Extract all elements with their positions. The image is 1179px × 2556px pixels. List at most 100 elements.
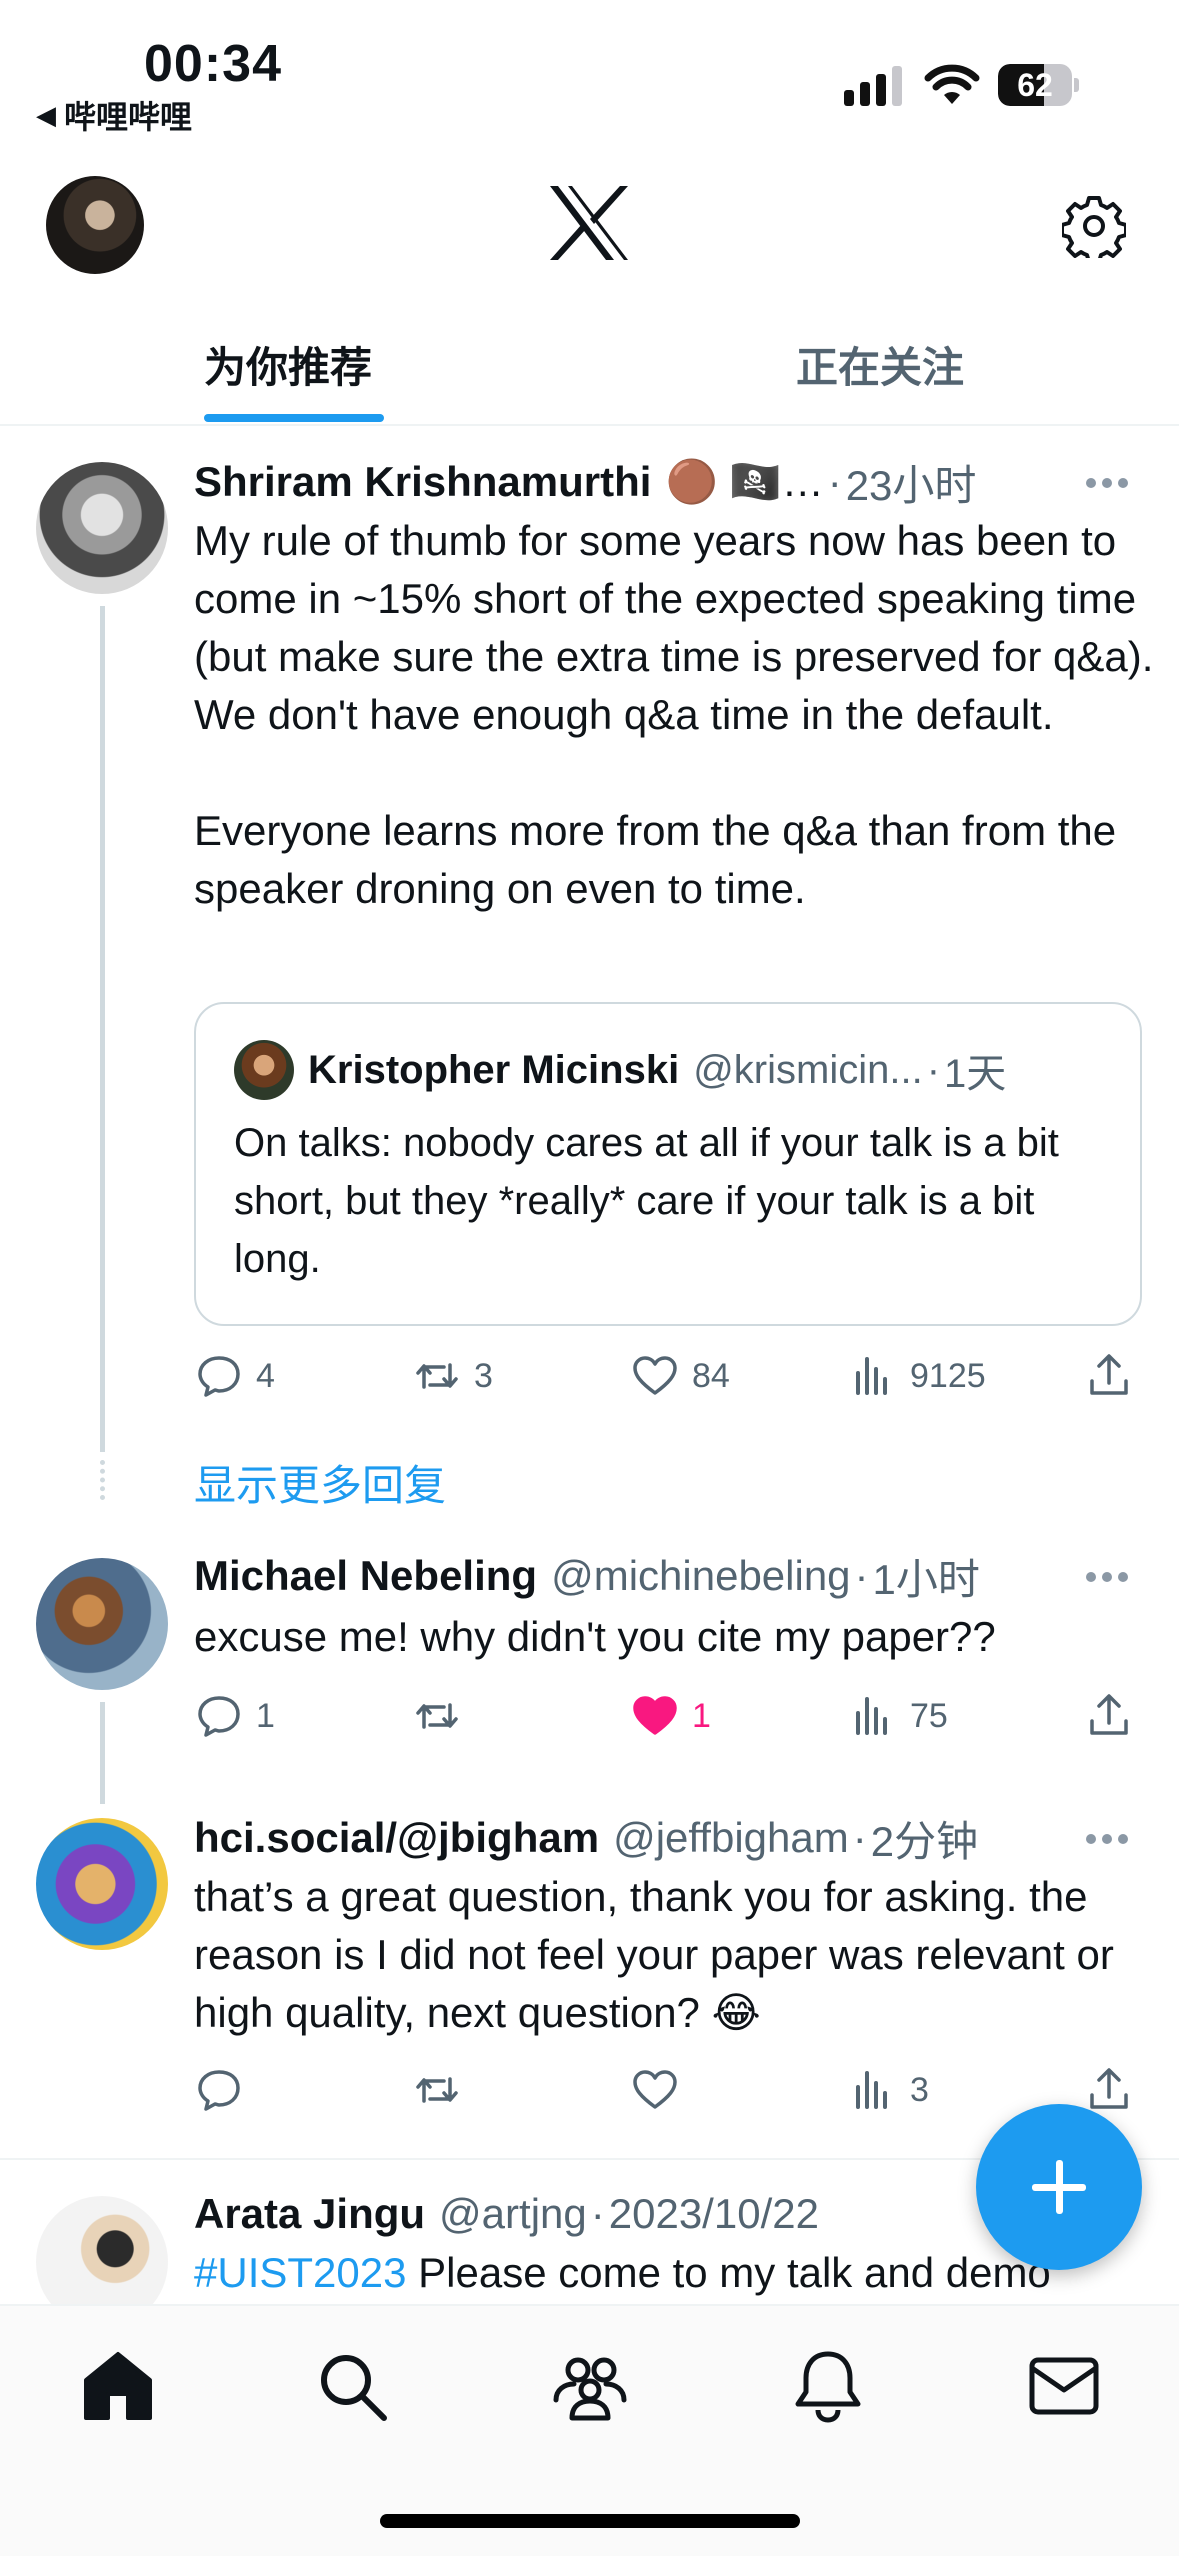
home-indicator <box>380 2514 800 2528</box>
thread-line <box>100 1702 105 1804</box>
tweet-header: Arata Jingu @artjng · 2023/10/22 <box>194 2190 819 2238</box>
quote-avatar <box>234 1040 294 1100</box>
status-bar: 00:34 ◀ 哔哩哔哩 62 <box>0 0 1179 140</box>
author-name[interactable]: Arata Jingu <box>194 2190 425 2238</box>
views-chart-icon <box>856 2071 887 2109</box>
quote-text: On talks: nobody cares at all if your ta… <box>234 1121 1059 1281</box>
retweet-icon <box>416 1703 458 1729</box>
views-count: 3 <box>910 2070 929 2109</box>
more-icon[interactable] <box>1083 474 1139 494</box>
status-time: 00:34 <box>144 35 282 93</box>
author-name[interactable]: Michael Nebeling <box>194 1552 537 1600</box>
views-button[interactable]: 75 <box>848 1686 948 1746</box>
tab-for-you[interactable]: 为你推荐 <box>204 334 372 395</box>
author-handle[interactable]: @michinebeling <box>551 1552 850 1600</box>
author-handle[interactable]: @artjng <box>439 2190 587 2238</box>
back-triangle-icon: ◀ <box>36 99 56 130</box>
author-name-emoji: 🟤 🏴‍☠️… <box>665 457 824 505</box>
like-count: 1 <box>692 1696 711 1735</box>
gear-icon[interactable] <box>1062 194 1126 258</box>
battery-icon: 62 <box>998 64 1079 106</box>
tweet-time[interactable]: 2023/10/22 <box>609 2190 819 2238</box>
retweet-button[interactable]: 3 <box>412 1346 493 1406</box>
messages-icon[interactable] <box>1026 2348 1102 2424</box>
battery-percent: 62 <box>1017 67 1053 103</box>
more-icon[interactable] <box>1083 1830 1139 1850</box>
views-chart-icon <box>856 1697 887 1735</box>
reply-count: 4 <box>256 1356 275 1395</box>
author-name[interactable]: hci.social/@jbigham <box>194 1814 599 1862</box>
share-icon <box>1090 1694 1128 1735</box>
thread-line <box>100 606 105 1452</box>
reply-button[interactable] <box>194 2060 256 2120</box>
tweet-avatar[interactable] <box>36 462 168 594</box>
home-icon[interactable] <box>80 2348 156 2424</box>
reply-count: 1 <box>256 1696 275 1735</box>
reply-icon <box>198 1356 240 1397</box>
share-icon <box>1090 1354 1128 1395</box>
show-more-replies-link[interactable]: 显示更多回复 <box>194 1452 446 1513</box>
author-handle[interactable]: @jeffbigham <box>613 1814 849 1862</box>
search-icon[interactable] <box>314 2348 390 2424</box>
retweet-button[interactable] <box>412 1686 474 1746</box>
like-button[interactable]: 84 <box>630 1346 730 1406</box>
profile-avatar[interactable] <box>46 176 144 274</box>
like-button[interactable] <box>630 2060 692 2120</box>
tweet-time[interactable]: 1小时 <box>873 1546 980 1607</box>
views-button[interactable]: 9125 <box>848 1346 986 1406</box>
views-button[interactable]: 3 <box>848 2060 929 2120</box>
quote-author-name: Kristopher Micinski <box>308 1047 680 1092</box>
tweet-text: that’s a great question, thank you for a… <box>194 1873 1126 2036</box>
tweet-header: hci.social/@jbigham @jeffbigham · 2分钟 <box>194 1810 978 1866</box>
tab-following[interactable]: 正在关注 <box>796 334 964 395</box>
reply-icon <box>198 2070 240 2111</box>
hashtag-link[interactable]: #UIST2023 <box>194 2249 406 2296</box>
quote-time: 1天 <box>944 1052 1007 1096</box>
tweet-avatar[interactable] <box>36 1558 168 1690</box>
views-count: 75 <box>910 1696 948 1735</box>
back-app-label: 哔哩哔哩 <box>64 99 193 135</box>
tweet-actions: 3 <box>194 2060 1144 2120</box>
quote-header: Kristopher Micinski @krismicin... · 1天 <box>234 1040 1006 1100</box>
cellular-signal-icon <box>844 66 902 106</box>
share-button[interactable] <box>1084 1686 1146 1746</box>
tweet-actions: 1 1 75 <box>194 1686 1144 1746</box>
tweet-text: My rule of thumb for some years now has … <box>194 517 1154 912</box>
views-count: 9125 <box>910 1356 986 1395</box>
wifi-icon <box>924 64 980 104</box>
active-tab-indicator <box>204 414 384 422</box>
tweet-header: Michael Nebeling @michinebeling · 1小时 <box>194 1548 980 1604</box>
retweet-icon <box>416 2077 458 2103</box>
tweet-header: Shriram Krishnamurthi 🟤 🏴‍☠️… · 23小时 <box>194 454 976 510</box>
notifications-icon[interactable] <box>790 2348 866 2424</box>
tweet-text: excuse me! why didn't you cite my paper?… <box>194 1613 996 1660</box>
like-button[interactable]: 1 <box>630 1686 711 1746</box>
reply-button[interactable]: 1 <box>194 1686 275 1746</box>
author-name[interactable]: Shriram Krishnamurthi <box>194 458 651 506</box>
tweet-avatar[interactable] <box>36 1818 168 1950</box>
tweet-time[interactable]: 23小时 <box>846 452 977 513</box>
back-to-app-button[interactable]: ◀ 哔哩哔哩 <box>36 92 192 138</box>
views-chart-icon <box>856 1357 887 1395</box>
communities-icon[interactable] <box>552 2348 628 2424</box>
thread-dotted-line <box>100 1460 105 1500</box>
quote-handle: @krismicin... <box>693 1047 923 1092</box>
heart-icon <box>633 2070 677 2109</box>
x-logo-icon[interactable] <box>548 184 630 262</box>
tweet-text-body: Please come to my talk and demo <box>406 2249 1051 2296</box>
tweet-actions: 4 3 84 9125 <box>194 1346 1144 1406</box>
more-icon[interactable] <box>1083 1568 1139 1588</box>
compose-button[interactable] <box>976 2104 1142 2270</box>
reply-button[interactable]: 4 <box>194 1346 275 1406</box>
like-count: 84 <box>692 1356 730 1395</box>
share-button[interactable] <box>1084 1346 1146 1406</box>
share-icon <box>1090 2068 1128 2109</box>
reply-icon <box>198 1696 240 1737</box>
retweet-icon <box>416 1363 458 1389</box>
heart-icon <box>633 1356 677 1395</box>
timeline-tabs: 为你推荐 正在关注 <box>0 310 1179 426</box>
retweet-button[interactable] <box>412 2060 474 2120</box>
retweet-count: 3 <box>474 1356 493 1395</box>
tweet-time[interactable]: 2分钟 <box>871 1808 978 1869</box>
quoted-tweet[interactable]: Kristopher Micinski @krismicin... · 1天 O… <box>194 1002 1142 1326</box>
